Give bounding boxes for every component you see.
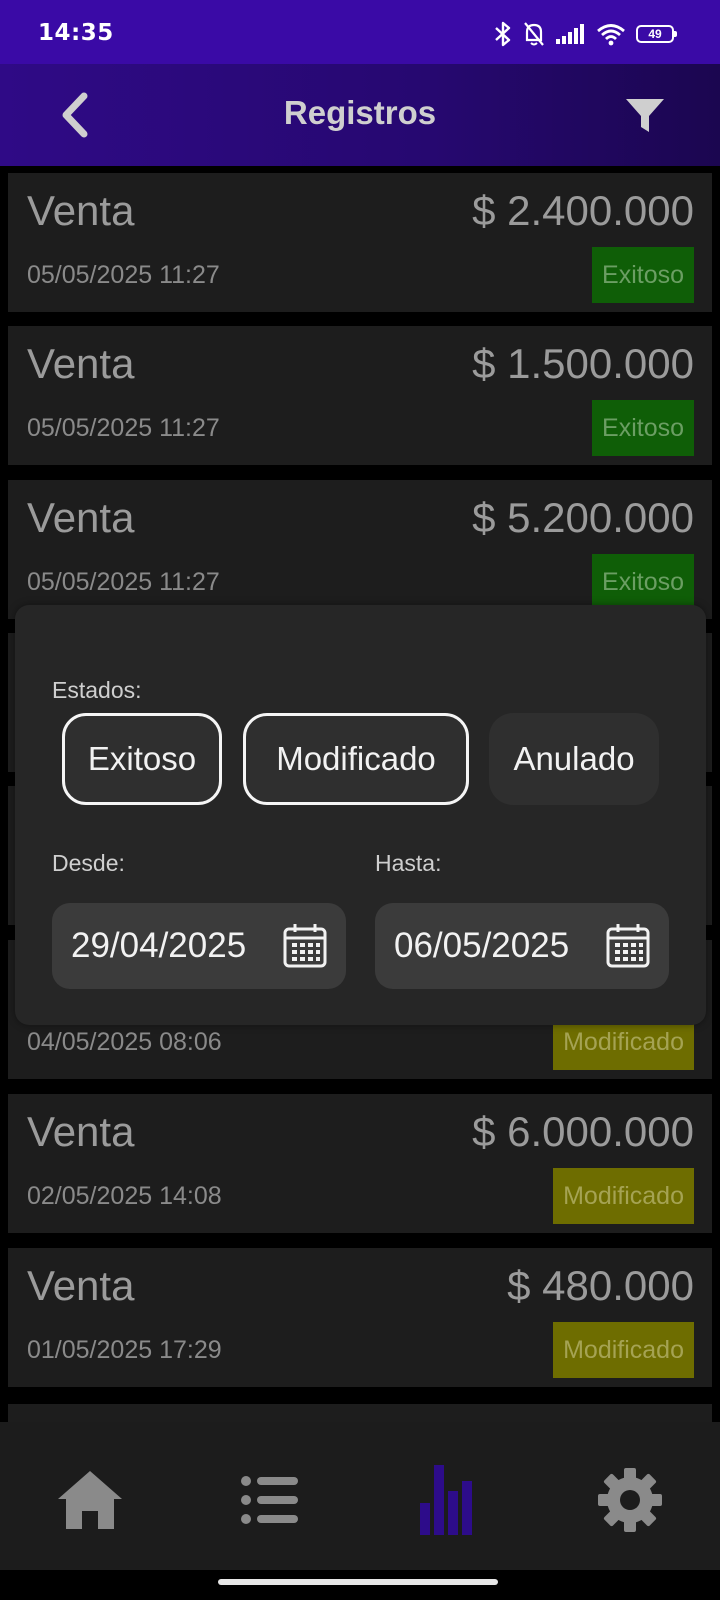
- to-date-value: 06/05/2025: [394, 926, 570, 965]
- chip-modificado[interactable]: Modificado: [243, 713, 469, 805]
- bar-chart-icon: [420, 1465, 472, 1535]
- signal-icon: [556, 24, 584, 44]
- record-date: 05/05/2025 11:27: [27, 414, 220, 442]
- status-time: 14:35: [38, 20, 114, 46]
- status-badge: Modificado: [553, 1168, 694, 1224]
- record-card[interactable]: Venta $ 480.000 01/05/2025 17:29 Modific…: [8, 1248, 712, 1387]
- record-type: Venta: [27, 494, 135, 541]
- home-icon: [58, 1471, 122, 1529]
- from-date-value: 29/04/2025: [71, 926, 247, 965]
- record-type: Venta: [27, 187, 135, 234]
- chip-exitoso[interactable]: Exitoso: [62, 713, 222, 805]
- record-type: Venta: [27, 340, 135, 387]
- from-date-field[interactable]: 29/04/2025: [52, 903, 346, 989]
- battery-level: 49: [648, 27, 662, 41]
- to-label: Hasta:: [375, 850, 442, 876]
- record-type: Venta: [27, 1262, 135, 1309]
- filter-dialog: Estados: Exitoso Modificado Anulado Desd…: [15, 605, 706, 1025]
- list-icon: [241, 1476, 298, 1524]
- states-label: Estados:: [52, 677, 142, 703]
- record-card[interactable]: [8, 1404, 712, 1422]
- bell-muted-icon: [524, 22, 544, 46]
- record-card[interactable]: Venta $ 2.400.000 05/05/2025 11:27 Exito…: [8, 173, 712, 312]
- status-icons: 49: [494, 20, 677, 48]
- record-date: 05/05/2025 11:27: [27, 261, 220, 289]
- record-card[interactable]: Venta $ 1.500.000 05/05/2025 11:27 Exito…: [8, 326, 712, 465]
- nav-home[interactable]: [50, 1460, 130, 1540]
- record-date: 01/05/2025 17:29: [27, 1336, 222, 1364]
- chip-anulado[interactable]: Anulado: [489, 713, 659, 805]
- record-card[interactable]: Venta $ 5.200.000 05/05/2025 11:27 Exito…: [8, 480, 712, 619]
- record-date: 04/05/2025 08:06: [27, 1028, 222, 1056]
- calendar-icon[interactable]: [605, 923, 651, 969]
- bluetooth-icon: [495, 21, 511, 47]
- record-amount: $ 5.200.000: [472, 494, 694, 541]
- gear-icon: [598, 1468, 662, 1532]
- gesture-area: [0, 1570, 720, 1600]
- status-bar: 14:35 49: [0, 0, 720, 64]
- nav-stats[interactable]: [411, 1460, 491, 1540]
- filter-icon: [626, 99, 664, 132]
- record-card[interactable]: Venta $ 6.000.000 02/05/2025 14:08 Modif…: [8, 1094, 712, 1233]
- status-badge: Modificado: [553, 1322, 694, 1378]
- status-badge: Exitoso: [592, 400, 694, 456]
- status-badge: Exitoso: [592, 247, 694, 303]
- record-type: Venta: [27, 1108, 135, 1155]
- bottom-nav: [0, 1422, 720, 1570]
- record-amount: $ 1.500.000: [472, 340, 694, 387]
- record-amount: $ 2.400.000: [472, 187, 694, 234]
- app-bar: Registros: [0, 64, 720, 166]
- record-date: 05/05/2025 11:27: [27, 568, 220, 596]
- status-badge: Exitoso: [592, 554, 694, 610]
- nav-settings[interactable]: [590, 1460, 670, 1540]
- nav-list[interactable]: [230, 1460, 310, 1540]
- record-amount: $ 6.000.000: [472, 1108, 694, 1155]
- record-date: 02/05/2025 14:08: [27, 1182, 222, 1210]
- record-amount: $ 480.000: [507, 1262, 694, 1309]
- to-date-field[interactable]: 06/05/2025: [375, 903, 669, 989]
- from-label: Desde:: [52, 850, 125, 876]
- filter-button[interactable]: [624, 96, 666, 136]
- page-title: Registros: [283, 94, 437, 131]
- calendar-icon[interactable]: [282, 923, 328, 969]
- battery-icon: 49: [636, 25, 677, 43]
- home-gesture-bar[interactable]: [218, 1579, 498, 1585]
- wifi-icon: [597, 24, 625, 46]
